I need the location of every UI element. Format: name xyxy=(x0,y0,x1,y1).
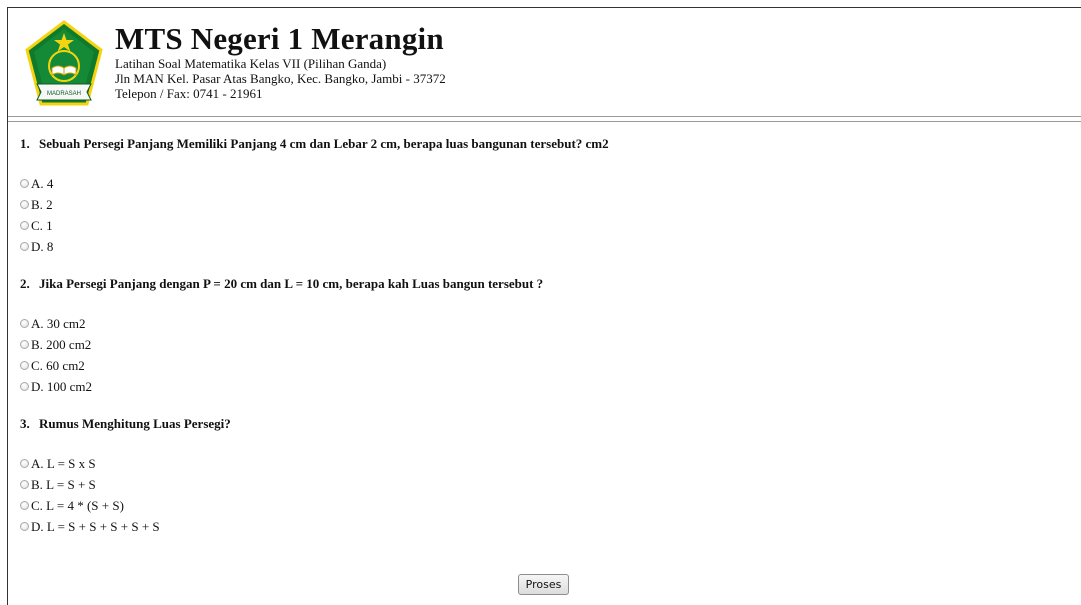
radio-button[interactable] xyxy=(20,242,29,251)
question-spacer xyxy=(20,397,1060,416)
submit-area: Proses xyxy=(0,574,1081,595)
question-number: 1. xyxy=(20,136,30,151)
option-c[interactable]: C. 1 xyxy=(20,215,1060,236)
option-label: C. L = 4 * (S + S) xyxy=(31,498,124,513)
radio-button[interactable] xyxy=(20,522,29,531)
quiz-form: 1. Sebuah Persegi Panjang Memiliki Panjan… xyxy=(20,136,1060,537)
page-header: MADRASAH MTS Negeri 1 Merangin Latihan S… xyxy=(18,16,1068,116)
radio-button[interactable] xyxy=(20,179,29,188)
question-text: 2. Jika Persegi Panjang dengan P = 20 cm … xyxy=(20,276,1060,292)
page-frame: MADRASAH MTS Negeri 1 Merangin Latihan S… xyxy=(7,7,1081,605)
option-label: D. 100 cm2 xyxy=(31,379,93,394)
option-a[interactable]: A. L = S x S xyxy=(20,453,1060,474)
option-label: A. 4 xyxy=(31,176,54,191)
option-b[interactable]: B. L = S + S xyxy=(20,474,1060,495)
option-label: D. 8 xyxy=(31,239,54,254)
question-number: 2. xyxy=(20,276,30,291)
option-label: B. L = S + S xyxy=(31,477,96,492)
option-b[interactable]: B. 2 xyxy=(20,194,1060,215)
question-1: 1. Sebuah Persegi Panjang Memiliki Panjan… xyxy=(20,136,1060,257)
option-label: D. L = S + S + S + S + S xyxy=(31,519,160,534)
options-list: A. 4 B. 2 C. 1 D. 8 xyxy=(20,173,1060,257)
school-title: MTS Negeri 1 Merangin xyxy=(115,21,444,56)
header-phone: Telepon / Fax: 0741 - 21961 xyxy=(115,86,263,101)
school-logo: MADRASAH xyxy=(25,20,103,108)
option-label: C. 1 xyxy=(31,218,53,233)
question-label: Sebuah Persegi Panjang Memiliki Panjang … xyxy=(39,136,609,151)
option-label: B. 2 xyxy=(31,197,53,212)
option-c[interactable]: C. 60 cm2 xyxy=(20,355,1060,376)
radio-button[interactable] xyxy=(20,200,29,209)
option-label: C. 60 cm2 xyxy=(31,358,85,373)
option-label: A. L = S x S xyxy=(31,456,96,471)
option-a[interactable]: A. 30 cm2 xyxy=(20,313,1060,334)
question-number: 3. xyxy=(20,416,30,431)
header-titles: MTS Negeri 1 Merangin Latihan Soal Matem… xyxy=(115,21,446,102)
radio-button[interactable] xyxy=(20,459,29,468)
radio-button[interactable] xyxy=(20,480,29,489)
option-label: A. 30 cm2 xyxy=(31,316,86,331)
madrasah-emblem-icon: MADRASAH xyxy=(25,20,103,106)
radio-button[interactable] xyxy=(20,319,29,328)
question-label: Rumus Menghitung Luas Persegi? xyxy=(39,416,231,431)
question-3: 3. Rumus Menghitung Luas Persegi? A. L = … xyxy=(20,416,1060,537)
header-divider-top xyxy=(8,116,1081,117)
radio-button[interactable] xyxy=(20,501,29,510)
option-label: B. 200 cm2 xyxy=(31,337,92,352)
options-list: A. 30 cm2 B. 200 cm2 C. 60 cm2 D. 100 cm… xyxy=(20,313,1060,397)
radio-button[interactable] xyxy=(20,340,29,349)
question-2: 2. Jika Persegi Panjang dengan P = 20 cm … xyxy=(20,276,1060,397)
proses-button[interactable]: Proses xyxy=(517,574,570,595)
question-text: 3. Rumus Menghitung Luas Persegi? xyxy=(20,416,1060,432)
radio-button[interactable] xyxy=(20,382,29,391)
option-d[interactable]: D. 100 cm2 xyxy=(20,376,1060,397)
header-address: Jln MAN Kel. Pasar Atas Bangko, Kec. Ban… xyxy=(115,71,446,86)
question-label: Jika Persegi Panjang dengan P = 20 cm da… xyxy=(39,276,544,291)
option-c[interactable]: C. L = 4 * (S + S) xyxy=(20,495,1060,516)
option-a[interactable]: A. 4 xyxy=(20,173,1060,194)
header-divider-bottom xyxy=(8,121,1081,122)
option-b[interactable]: B. 200 cm2 xyxy=(20,334,1060,355)
question-text: 1. Sebuah Persegi Panjang Memiliki Panjan… xyxy=(20,136,1060,152)
options-list: A. L = S x S B. L = S + S C. L = 4 * (S … xyxy=(20,453,1060,537)
radio-button[interactable] xyxy=(20,221,29,230)
radio-button[interactable] xyxy=(20,361,29,370)
option-d[interactable]: D. 8 xyxy=(20,236,1060,257)
option-d[interactable]: D. L = S + S + S + S + S xyxy=(20,516,1060,537)
header-subtitle: Latihan Soal Matematika Kelas VII (Pilih… xyxy=(115,56,387,71)
logo-banner-text: MADRASAH xyxy=(47,91,81,97)
question-spacer xyxy=(20,257,1060,276)
